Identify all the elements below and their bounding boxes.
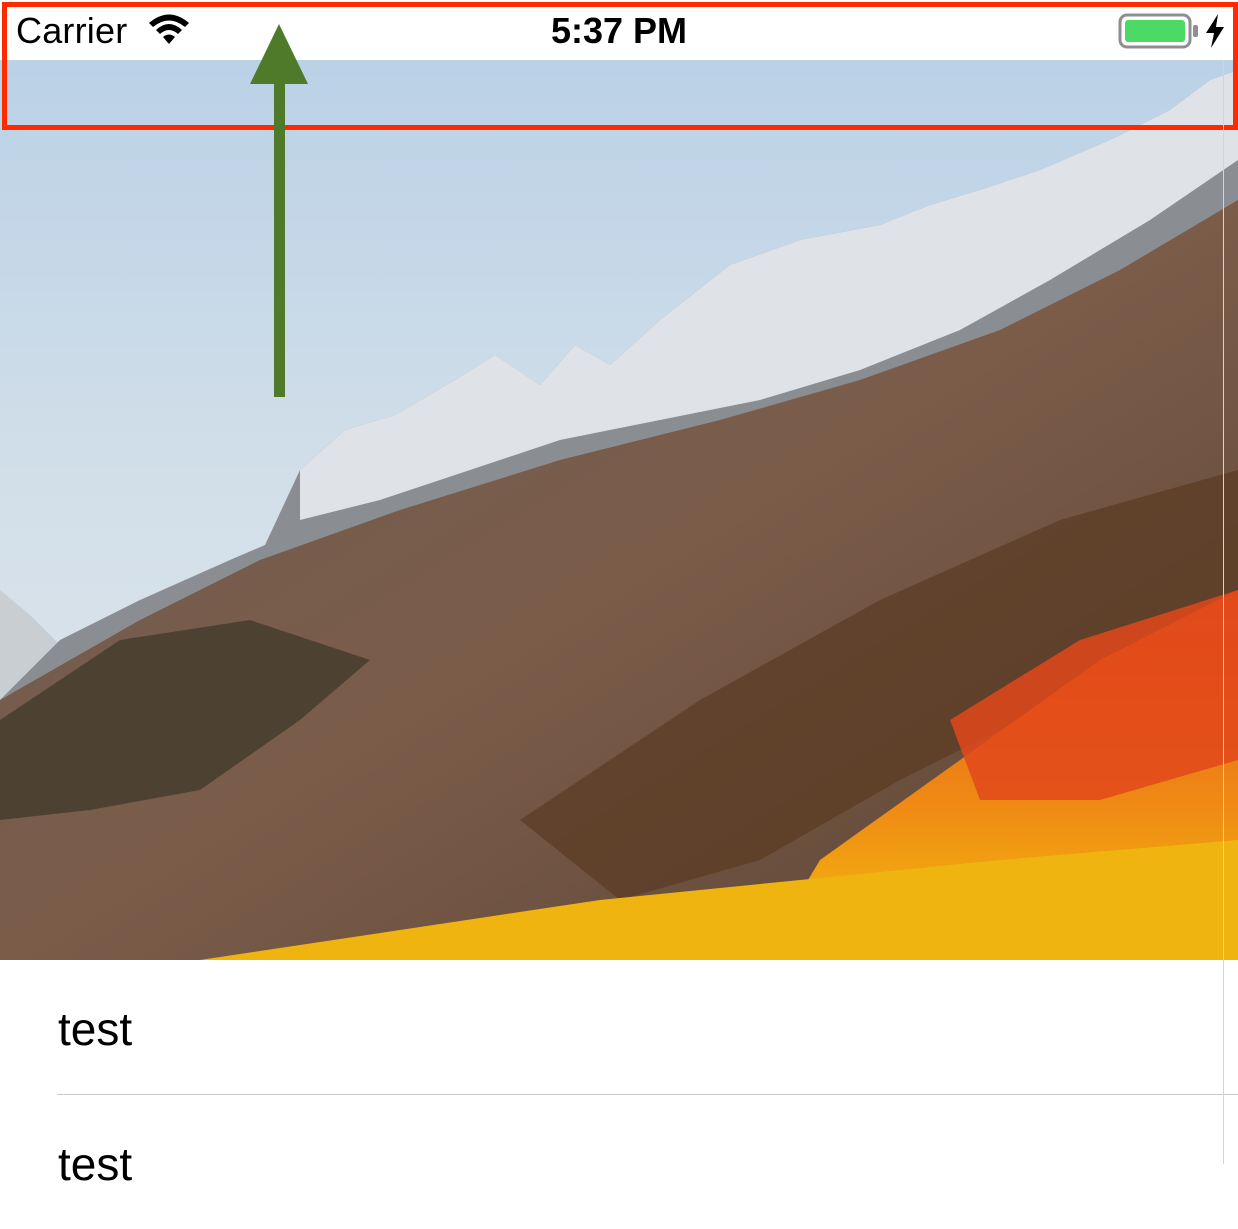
charging-bolt-icon [1206, 14, 1224, 48]
header-image [0, 0, 1238, 960]
table-row[interactable]: test [0, 1095, 1238, 1229]
status-time: 5:37 PM [550, 10, 688, 51]
table-view: test test [0, 960, 1238, 1190]
up-arrow-annotation-icon [250, 24, 308, 397]
battery-icon [1118, 13, 1198, 49]
mountain-landscape-image [0, 0, 1238, 960]
status-bar: Carrier 5:37 PM [0, 0, 1238, 60]
scroll-indicator [1223, 60, 1224, 1164]
table-row[interactable]: test [0, 960, 1238, 1095]
row-label: test [58, 1003, 133, 1055]
row-label: test [58, 1138, 133, 1190]
